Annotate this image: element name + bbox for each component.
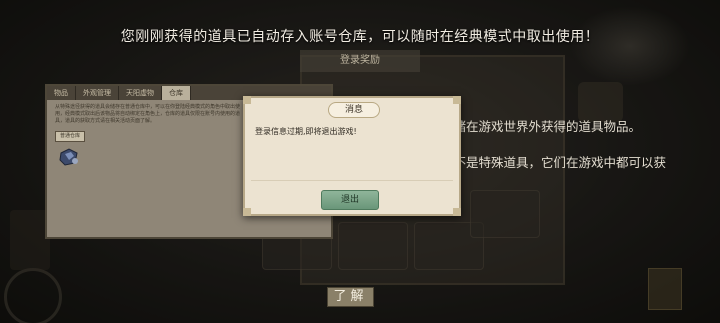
warehouse-description: 从特殊途径获得的道具会储存在普通仓库中，可以在你登陆经典模式的角色中取出使用，经… [55, 104, 241, 124]
tab-items[interactable]: 物品 [47, 86, 76, 100]
tab-warehouse[interactable]: 仓库 [162, 86, 191, 100]
dialog-title: 消息 [328, 102, 380, 118]
gem-item-icon[interactable] [57, 147, 81, 167]
dialog-corner [243, 96, 251, 104]
message-dialog: 消息 登录信息过期,即将退出游戏! 退出 [243, 96, 461, 216]
dialog-divider [251, 180, 453, 181]
understand-button[interactable]: 了解 [327, 287, 374, 307]
tab-appearance[interactable]: 外观管理 [76, 86, 119, 100]
dialog-corner [453, 208, 461, 216]
exit-button[interactable]: 退出 [321, 190, 379, 210]
dialog-message: 登录信息过期,即将退出游戏! [255, 127, 357, 136]
game-screen: 您刚刚获得的道具已自动存入账号仓库，可以随时在经典模式中取出使用！ 登录奖励 物… [0, 0, 720, 323]
reward-tab-title: 登录奖励 [300, 50, 420, 72]
top-notice-text: 您刚刚获得的道具已自动存入账号仓库，可以随时在经典模式中取出使用！ [120, 29, 600, 45]
normal-warehouse-button[interactable]: 普通仓库 [55, 131, 85, 142]
dialog-corner [453, 96, 461, 104]
dialog-corner [243, 208, 251, 216]
tab-tianyang[interactable]: 天阳虚物 [119, 86, 162, 100]
